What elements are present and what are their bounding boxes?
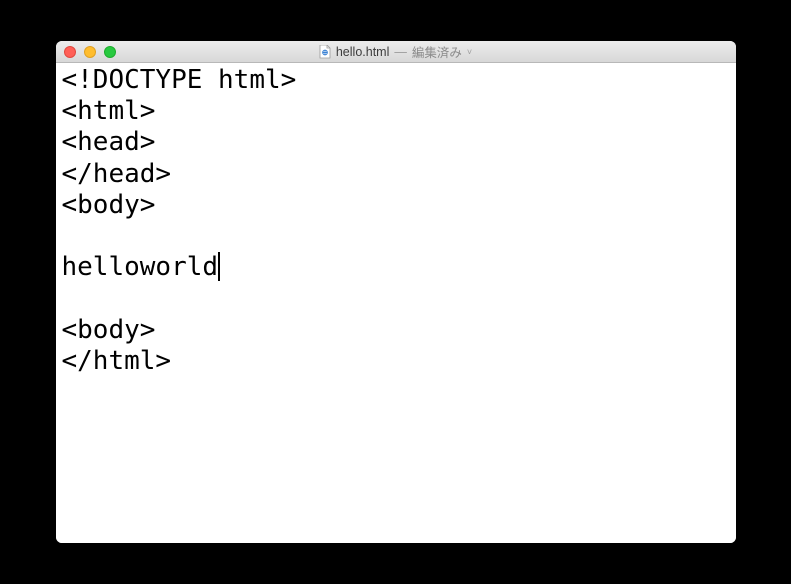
editor-line[interactable]: <html> <box>62 96 730 127</box>
traffic-lights <box>64 46 116 58</box>
window-filename[interactable]: hello.html <box>336 45 390 59</box>
editor-line[interactable]: <!DOCTYPE html> <box>62 65 730 96</box>
document-icon <box>319 45 331 59</box>
close-button[interactable] <box>64 46 76 58</box>
window-status: 編集済み <box>412 42 462 61</box>
titlebar[interactable]: hello.html — 編集済み ˅ <box>56 41 736 63</box>
editor-line[interactable]: <body> <box>62 315 730 346</box>
minimize-button[interactable] <box>84 46 96 58</box>
editor-line[interactable]: </html> <box>62 346 730 377</box>
editor-line[interactable]: helloworld <box>62 252 730 283</box>
editor-line[interactable]: </head> <box>62 159 730 190</box>
text-cursor <box>218 252 220 281</box>
editor-line[interactable] <box>62 283 730 314</box>
editor-line[interactable]: <body> <box>62 190 730 221</box>
zoom-button[interactable] <box>104 46 116 58</box>
title-dropdown-icon[interactable]: ˅ <box>467 47 472 57</box>
title-separator: — <box>394 45 407 59</box>
title-center: hello.html — 編集済み ˅ <box>56 42 736 61</box>
editor-window: hello.html — 編集済み ˅ <!DOCTYPE html><html… <box>56 41 736 543</box>
editor-line[interactable]: <head> <box>62 127 730 158</box>
text-editor-area[interactable]: <!DOCTYPE html><html><head></head><body>… <box>56 63 736 543</box>
editor-line[interactable] <box>62 221 730 252</box>
